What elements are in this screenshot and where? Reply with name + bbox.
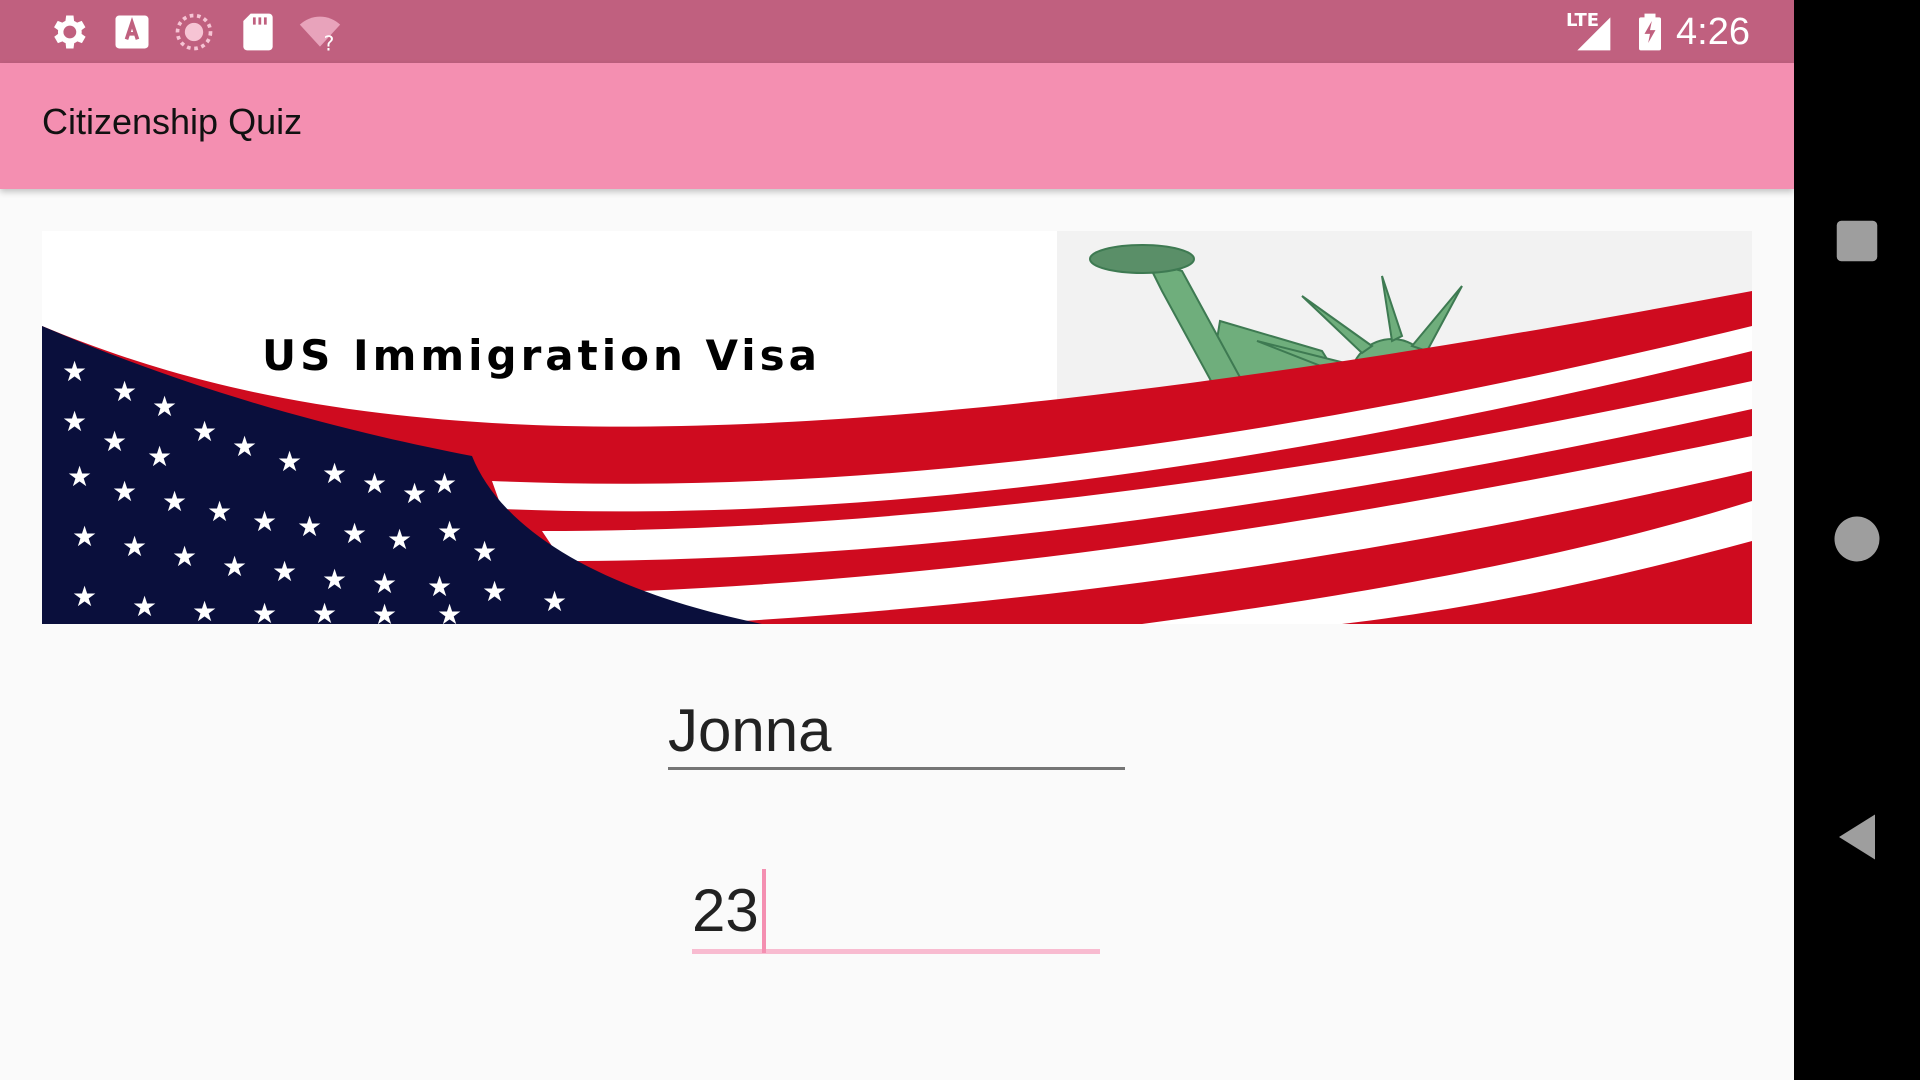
app-title: Citizenship Quiz bbox=[42, 101, 303, 142]
sd-card-icon bbox=[243, 13, 273, 51]
flag-and-statue-graphic: ★★ ★ ★★ ★★ ★ ★ ★ ★ ★ ★ ★ ★ ★ ★ ★ ★ ★ ★ ★★ ★ ★ ★ ★ ★ ★ ★ ★ ★ ★ ★ ★ ★… bbox=[42, 231, 1752, 624]
settings-icon bbox=[54, 15, 86, 49]
banner-image: ★ ★ ★ ★ ★ ★ ★ ★ ★ ★ ★ ★ ★ ★ ★ ★ ★ ★ ★ ★ ★ ★ ★ ★ ★ ★ ★ ★ ★ ★ ★ ★ ★ ★ ★ ★… bbox=[42, 231, 1752, 624]
svg-text:★: ★ bbox=[322, 458, 347, 489]
svg-text:★: ★ bbox=[192, 596, 217, 624]
svg-text:★: ★ bbox=[207, 496, 232, 527]
svg-text:★: ★ bbox=[297, 511, 322, 542]
svg-text:★: ★ bbox=[322, 564, 347, 595]
svg-text:★: ★ bbox=[387, 524, 412, 555]
banner-title: US Immigration Visa bbox=[262, 331, 821, 380]
svg-text:★: ★ bbox=[112, 376, 137, 407]
status-bar: ? LTE 4:26 bbox=[0, 0, 1794, 63]
svg-text:?: ? bbox=[324, 31, 335, 54]
svg-text:★: ★ bbox=[67, 461, 92, 492]
svg-text:★: ★ bbox=[372, 599, 397, 624]
svg-text:★: ★ bbox=[432, 468, 457, 499]
svg-text:★: ★ bbox=[482, 576, 507, 607]
svg-text:★: ★ bbox=[172, 541, 197, 572]
svg-text:★: ★ bbox=[62, 406, 87, 437]
svg-text:★: ★ bbox=[62, 356, 87, 387]
svg-text:★: ★ bbox=[252, 506, 277, 537]
svg-text:★: ★ bbox=[427, 571, 452, 602]
sync-icon bbox=[175, 13, 213, 51]
svg-text:★: ★ bbox=[132, 591, 157, 622]
svg-text:★: ★ bbox=[152, 391, 177, 422]
svg-text:★: ★ bbox=[372, 568, 397, 599]
name-input-value: Jonna bbox=[668, 697, 832, 764]
svg-text:★: ★ bbox=[232, 431, 257, 462]
age-input[interactable]: 23 bbox=[692, 861, 1100, 954]
svg-text:★: ★ bbox=[437, 516, 462, 547]
svg-text:★: ★ bbox=[112, 476, 137, 507]
app-bar: Citizenship Quiz bbox=[0, 63, 1794, 189]
navigation-bar bbox=[1794, 0, 1920, 1080]
svg-text:★: ★ bbox=[277, 446, 302, 477]
keyboard-a-icon bbox=[115, 15, 149, 49]
svg-text:★: ★ bbox=[222, 551, 247, 582]
svg-text:★: ★ bbox=[362, 468, 387, 499]
svg-text:★: ★ bbox=[312, 598, 337, 624]
main-content: ★ ★ ★ ★ ★ ★ ★ ★ ★ ★ ★ ★ ★ ★ ★ ★ ★ ★ ★ ★ ★ ★ ★ ★ ★ ★ ★ ★ ★ ★ ★ ★ ★ ★ ★ ★… bbox=[0, 189, 1794, 1080]
back-button[interactable] bbox=[1830, 810, 1884, 864]
signal-icon bbox=[1577, 17, 1611, 51]
clock: 4:26 bbox=[1676, 11, 1750, 53]
svg-text:★: ★ bbox=[342, 518, 367, 549]
wifi-unknown-icon: ? bbox=[299, 16, 341, 54]
svg-text:★: ★ bbox=[402, 478, 427, 509]
svg-text:★: ★ bbox=[252, 598, 277, 624]
recents-button[interactable] bbox=[1830, 214, 1884, 268]
home-button[interactable] bbox=[1830, 512, 1884, 566]
svg-text:★: ★ bbox=[147, 441, 172, 472]
svg-text:★: ★ bbox=[542, 586, 567, 617]
svg-text:★: ★ bbox=[162, 486, 187, 517]
svg-text:★: ★ bbox=[192, 416, 217, 447]
svg-text:★: ★ bbox=[437, 599, 462, 624]
svg-text:★: ★ bbox=[472, 536, 497, 567]
svg-text:★: ★ bbox=[72, 521, 97, 552]
svg-text:★: ★ bbox=[272, 556, 297, 587]
text-cursor bbox=[762, 869, 766, 953]
svg-text:★: ★ bbox=[102, 426, 127, 457]
svg-text:★: ★ bbox=[122, 531, 147, 562]
age-input-value: 23 bbox=[692, 877, 759, 944]
battery-charging-icon bbox=[1639, 13, 1661, 51]
name-input[interactable]: Jonna bbox=[668, 697, 1125, 770]
svg-text:★: ★ bbox=[72, 581, 97, 612]
